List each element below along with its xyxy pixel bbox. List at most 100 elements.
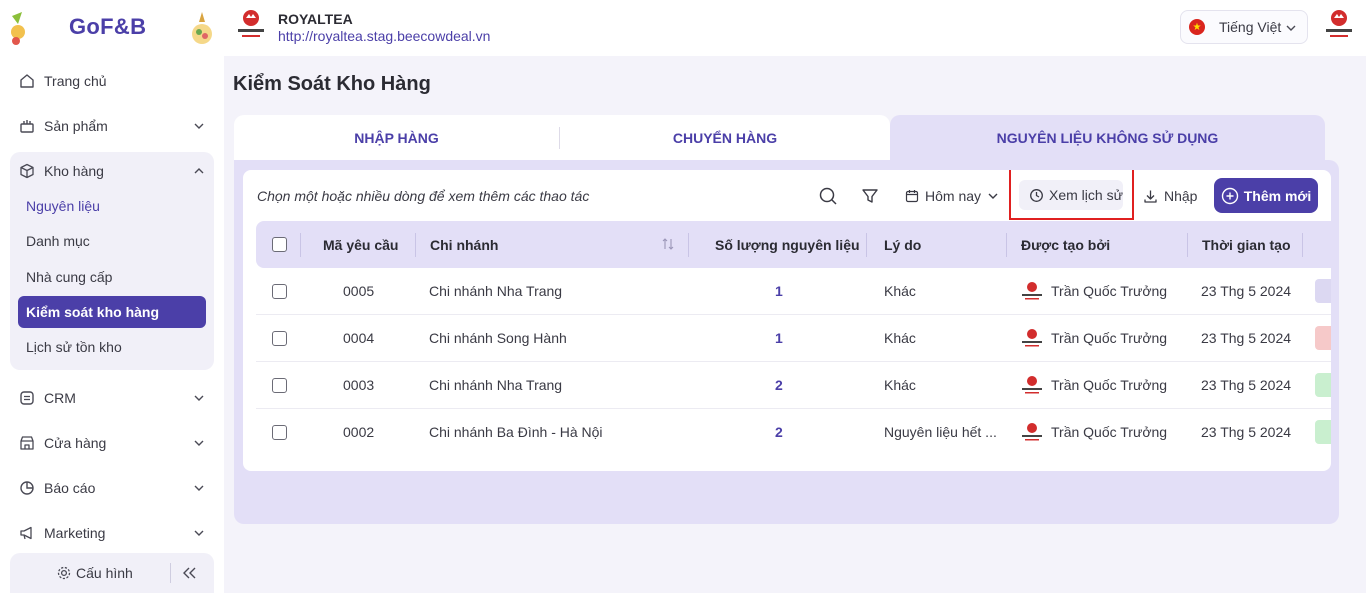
sidebar-item-marketing[interactable]: Marketing: [10, 515, 214, 551]
cell-quantity: 1: [775, 283, 783, 299]
filter-icon: [862, 189, 878, 203]
column-divider: [688, 233, 689, 257]
table-card: Chọn một hoặc nhiều dòng để xem thêm các…: [243, 170, 1331, 471]
settings-label: Cấu hình: [76, 565, 133, 581]
sidebar-subitem-ingredients[interactable]: Nguyên liệu: [18, 190, 206, 222]
row-checkbox[interactable]: [272, 377, 287, 393]
cell-branch: Chi nhánh Nha Trang: [429, 377, 563, 393]
creator-avatar: [1022, 376, 1042, 394]
sidebar-item-store[interactable]: Cửa hàng: [10, 425, 214, 461]
store-icon: [19, 435, 35, 451]
sidebar-item-label: Báo cáo: [44, 480, 96, 496]
import-button[interactable]: Nhập: [1143, 184, 1197, 208]
settings-button[interactable]: Cấu hình: [56, 565, 133, 581]
logo-illustration-left: [11, 12, 25, 45]
tab-bar: NHẬP HÀNG CHUYỂN HÀNG NGUYÊN LIỆU KHÔNG …: [234, 115, 1339, 160]
sidebar-item-label: CRM: [44, 390, 76, 406]
cell-quantity: 2: [775, 377, 783, 393]
column-header-reason[interactable]: Lý do: [884, 221, 921, 268]
tab-unused-ingredients[interactable]: NGUYÊN LIỆU KHÔNG SỬ DỤNG: [890, 115, 1325, 160]
cell-created-by: Trần Quốc Trưởng: [1021, 268, 1167, 314]
view-history-button[interactable]: Xem lịch sử: [1019, 180, 1123, 210]
store-url-link[interactable]: http://royaltea.stag.beecowdeal.vn: [278, 28, 490, 44]
select-all-checkbox[interactable]: [272, 237, 287, 252]
sidebar-item-label: Trang chủ: [44, 73, 107, 89]
sidebar-subitem-inventory-control[interactable]: Kiểm soát kho hàng: [18, 296, 206, 328]
add-new-button[interactable]: Thêm mới: [1214, 178, 1318, 213]
sidebar-subitem-suppliers[interactable]: Nhà cung cấp: [18, 261, 206, 293]
cell-code: 0003: [343, 377, 375, 393]
column-header-quantity[interactable]: Số lượng nguyên liệu: [715, 221, 860, 268]
home-icon: [19, 73, 35, 89]
cell-created-by: Trần Quốc Trưởng: [1021, 409, 1167, 455]
import-label: Nhập: [1164, 188, 1198, 204]
cell-branch: Chi nhánh Nha Trang: [429, 283, 563, 299]
filter-button[interactable]: [858, 184, 882, 208]
sidebar-subitem-stock-history[interactable]: Lịch sử tồn kho: [18, 331, 206, 363]
column-header-created-time[interactable]: Thời gian tạo: [1202, 221, 1291, 268]
logo-illustration-right: [192, 12, 212, 44]
sidebar-item-home[interactable]: Trang chủ: [10, 63, 214, 99]
sidebar-item-crm[interactable]: CRM: [10, 380, 214, 416]
language-label: Tiếng Việt: [1219, 19, 1282, 35]
sidebar: GoF&B Trang chủ Sản phẩm Kho hàng Nguyên…: [0, 0, 224, 593]
chevron-down-icon: [194, 530, 204, 536]
table-row[interactable]: 0005 Chi nhánh Nha Trang 1 Khác Trần Quố…: [256, 268, 1331, 315]
store-name: ROYALTEA: [278, 11, 353, 27]
date-filter-label: Hôm nay: [925, 188, 982, 204]
status-badge: [1315, 279, 1331, 303]
table-row[interactable]: 0004 Chi nhánh Song Hành 1 Khác Trần Quố…: [256, 315, 1331, 362]
brand-logo[interactable]: GoF&B: [0, 0, 224, 56]
row-checkbox[interactable]: [272, 283, 287, 299]
brand-name: GoF&B: [69, 14, 147, 39]
product-icon: [19, 118, 35, 134]
creator-name: Trần Quốc Trưởng: [1051, 283, 1168, 299]
history-icon: [1030, 188, 1043, 202]
sidebar-item-warehouse[interactable]: Kho hàng: [10, 153, 214, 189]
chevron-down-icon: [194, 485, 204, 491]
sidebar-item-label: Sản phẩm: [44, 118, 108, 134]
top-header: ROYALTEA http://royaltea.stag.beecowdeal…: [224, 0, 1366, 56]
vietnam-flag-icon: ★: [1189, 19, 1205, 35]
creator-name: Trần Quốc Trưởng: [1051, 377, 1168, 393]
column-header-code[interactable]: Mã yêu cầu: [323, 221, 398, 268]
creator-name: Trần Quốc Trưởng: [1051, 330, 1168, 346]
view-history-label: Xem lịch sử: [1049, 187, 1123, 203]
sort-icon[interactable]: [661, 237, 675, 251]
calendar-icon: [905, 190, 919, 203]
column-divider: [1302, 233, 1303, 257]
collapse-sidebar-icon[interactable]: [180, 565, 200, 581]
date-filter-dropdown[interactable]: Hôm nay: [905, 184, 999, 208]
sidebar-subitem-categories[interactable]: Danh mục: [18, 225, 206, 257]
cell-reason: Khác: [884, 330, 916, 346]
column-divider: [1187, 233, 1188, 257]
column-divider: [300, 233, 301, 257]
table-header: Mã yêu cầu Chi nhánh Số lượng nguyên liệ…: [256, 221, 1331, 268]
column-divider: [415, 233, 416, 257]
sidebar-item-reports[interactable]: Báo cáo: [10, 470, 214, 506]
creator-avatar: [1022, 329, 1042, 347]
cell-created-time: 23 Thg 5 2024: [1201, 330, 1292, 346]
cell-created-time: 23 Thg 5 2024: [1201, 424, 1292, 440]
language-selector[interactable]: ★ Tiếng Việt: [1180, 10, 1308, 44]
sidebar-item-products[interactable]: Sản phẩm: [10, 108, 214, 144]
table-row[interactable]: 0003 Chi nhánh Nha Trang 2 Khác Trần Quố…: [256, 362, 1331, 409]
chevron-down-icon: [194, 123, 204, 129]
cell-reason: Nguyên liệu hết ...: [884, 424, 997, 440]
sidebar-item-label: Marketing: [44, 525, 106, 541]
table-row[interactable]: 0002 Chi nhánh Ba Đình - Hà Nội 2 Nguyên…: [256, 409, 1331, 456]
box-icon: [19, 163, 35, 179]
avatar[interactable]: [1324, 8, 1354, 42]
chevron-down-icon: [194, 395, 204, 401]
tab-import[interactable]: NHẬP HÀNG: [234, 115, 559, 160]
search-button[interactable]: [816, 184, 840, 208]
cell-reason: Khác: [884, 377, 916, 393]
page-title: Kiểm Soát Kho Hàng: [233, 73, 431, 95]
row-checkbox[interactable]: [272, 330, 287, 346]
chevron-up-icon: [194, 168, 204, 174]
column-header-branch[interactable]: Chi nhánh: [430, 221, 498, 268]
column-header-created-by[interactable]: Được tạo bởi: [1021, 221, 1110, 268]
row-checkbox[interactable]: [272, 424, 287, 440]
row-select-cell: [272, 315, 287, 361]
tab-transfer[interactable]: CHUYỂN HÀNG: [560, 115, 890, 160]
